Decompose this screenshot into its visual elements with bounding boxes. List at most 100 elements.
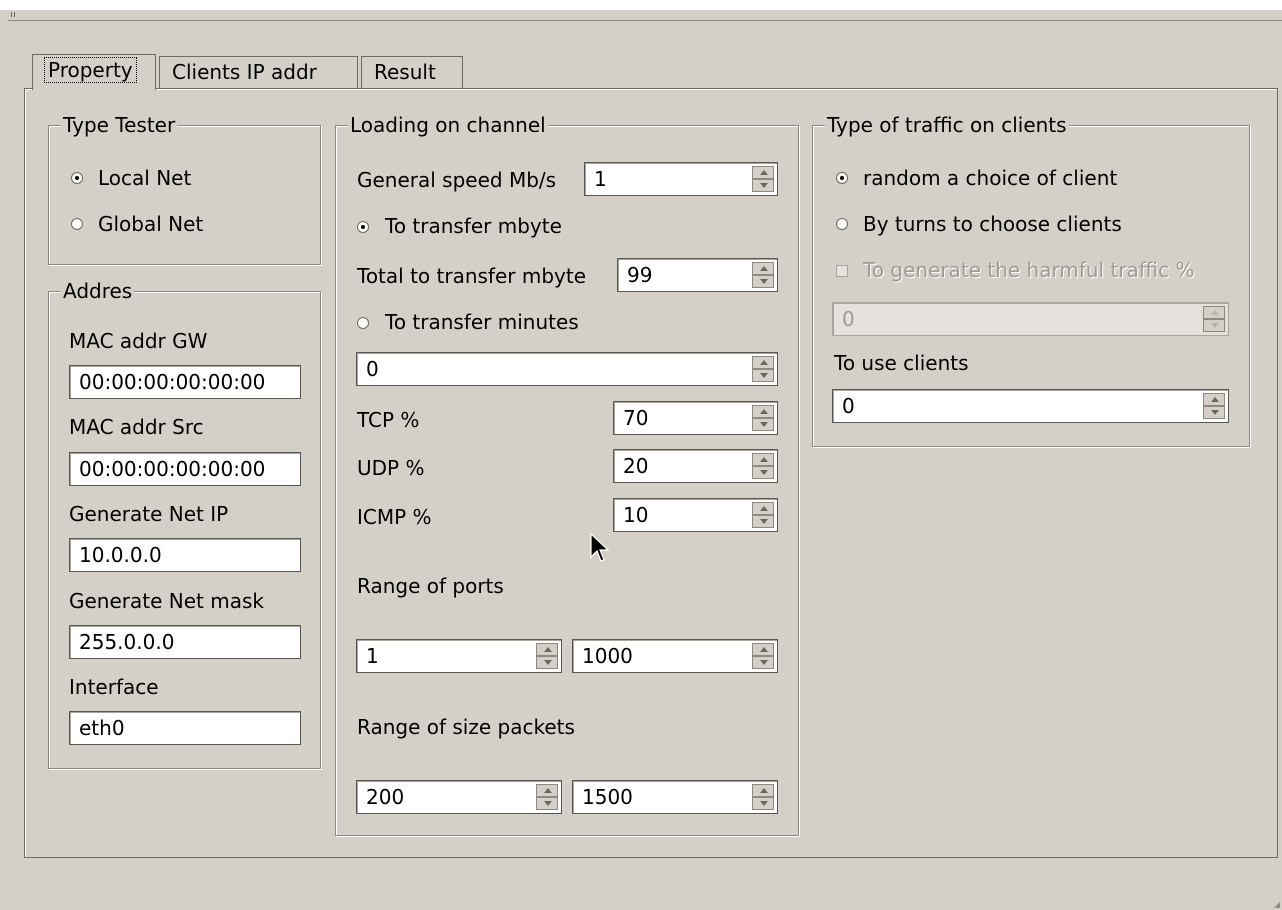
net-ip-value: 10.0.0.0 — [79, 543, 162, 567]
toolbar-grip[interactable] — [8, 10, 18, 18]
mac-gw-input[interactable]: 00:00:00:00:00:00 — [69, 365, 301, 399]
spin-down-icon[interactable] — [752, 179, 774, 192]
radio-local-net[interactable] — [71, 172, 83, 184]
tab-clients-ip-addr-label: Clients IP addr — [172, 60, 317, 84]
use-clients-spin-buttons[interactable] — [1203, 393, 1225, 419]
size-from-value: 200 — [366, 785, 405, 809]
spin-up-icon[interactable] — [752, 643, 774, 656]
tab-clients-ip-addr[interactable]: Clients IP addr — [159, 56, 358, 88]
spin-up-icon[interactable] — [752, 356, 774, 369]
tcp-spin-buttons[interactable] — [752, 405, 774, 431]
spin-down-icon[interactable] — [1203, 319, 1225, 332]
spin-down-icon[interactable] — [752, 466, 774, 479]
spin-down-icon[interactable] — [752, 275, 774, 288]
total-mbyte-spinbox[interactable]: 99 — [617, 258, 778, 292]
use-clients-value: 0 — [842, 394, 855, 418]
general-speed-spinbox[interactable]: 1 — [584, 162, 778, 196]
radio-global-net-label: Global Net — [98, 212, 204, 236]
spin-down-icon[interactable] — [752, 418, 774, 431]
group-addres-title: Addres — [61, 278, 135, 304]
harmful-traffic-value: 0 — [842, 307, 855, 331]
minutes-spin-buttons[interactable] — [752, 356, 774, 382]
minutes-value: 0 — [366, 357, 379, 381]
mac-src-label: MAC addr Src — [69, 415, 204, 439]
udp-label: UDP % — [357, 456, 425, 480]
spin-up-icon[interactable] — [1203, 393, 1225, 406]
spin-down-icon[interactable] — [536, 656, 558, 669]
port-from-value: 1 — [366, 644, 379, 668]
tab-result[interactable]: Result — [361, 56, 463, 88]
group-traffic-title: Type of traffic on clients — [825, 112, 1069, 138]
harmful-traffic-checkbox[interactable] — [836, 265, 848, 277]
spin-up-icon[interactable] — [752, 262, 774, 275]
spin-up-icon[interactable] — [752, 502, 774, 515]
mouse-pointer-icon — [590, 533, 610, 562]
mac-src-input[interactable]: 00:00:00:00:00:00 — [69, 452, 301, 486]
top-divider — [8, 20, 1282, 21]
radio-transfer-mbyte[interactable] — [357, 221, 369, 233]
mac-gw-label: MAC addr GW — [69, 329, 208, 353]
spin-down-icon[interactable] — [752, 515, 774, 528]
udp-value: 20 — [623, 454, 649, 478]
general-speed-spin-buttons[interactable] — [752, 166, 774, 192]
total-mbyte-spin-buttons[interactable] — [752, 262, 774, 288]
net-ip-label: Generate Net IP — [69, 502, 229, 526]
port-to-spinbox[interactable]: 1000 — [572, 639, 778, 673]
udp-spin-buttons[interactable] — [752, 453, 774, 479]
tab-property-label: Property — [44, 57, 137, 83]
udp-spinbox[interactable]: 20 — [613, 449, 778, 483]
group-loading-title: Loading on channel — [348, 112, 548, 138]
range-ports-label: Range of ports — [357, 574, 504, 598]
size-from-spin-buttons[interactable] — [536, 784, 558, 810]
interface-value: eth0 — [79, 716, 125, 740]
general-speed-value: 1 — [594, 167, 607, 191]
spin-up-icon[interactable] — [752, 166, 774, 179]
spin-down-icon[interactable] — [536, 797, 558, 810]
size-from-spinbox[interactable]: 200 — [356, 780, 562, 814]
radio-transfer-mbyte-label: To transfer mbyte — [385, 214, 562, 238]
spin-down-icon[interactable] — [752, 656, 774, 669]
general-speed-label: General speed Mb/s — [357, 168, 557, 192]
total-mbyte-label: Total to transfer mbyte — [357, 264, 587, 288]
radio-by-turns[interactable] — [836, 218, 848, 230]
spin-up-icon[interactable] — [536, 784, 558, 797]
icmp-spin-buttons[interactable] — [752, 502, 774, 528]
tab-result-label: Result — [374, 60, 436, 84]
tcp-label: TCP % — [357, 408, 420, 432]
net-mask-input[interactable]: 255.0.0.0 — [69, 625, 301, 659]
minutes-spinbox[interactable]: 0 — [356, 352, 778, 386]
spin-down-icon[interactable] — [752, 797, 774, 810]
radio-transfer-minutes-label: To transfer minutes — [385, 310, 579, 334]
spin-down-icon[interactable] — [1203, 406, 1225, 419]
interface-input[interactable]: eth0 — [69, 711, 301, 745]
harmful-traffic-spin-buttons[interactable] — [1203, 306, 1225, 332]
spin-down-icon[interactable] — [752, 369, 774, 382]
radio-global-net[interactable] — [71, 218, 83, 230]
port-from-spin-buttons[interactable] — [536, 643, 558, 669]
spin-up-icon[interactable] — [752, 405, 774, 418]
harmful-traffic-spinbox[interactable]: 0 — [832, 302, 1229, 336]
icmp-spinbox[interactable]: 10 — [613, 498, 778, 532]
spin-up-icon[interactable] — [1203, 306, 1225, 319]
spin-up-icon[interactable] — [752, 453, 774, 466]
size-to-spinbox[interactable]: 1500 — [572, 780, 778, 814]
radio-random-client[interactable] — [836, 172, 848, 184]
net-ip-input[interactable]: 10.0.0.0 — [69, 538, 301, 572]
range-size-label: Range of size packets — [357, 715, 575, 739]
port-to-spin-buttons[interactable] — [752, 643, 774, 669]
icmp-label: ICMP % — [357, 505, 432, 529]
spin-up-icon[interactable] — [752, 784, 774, 797]
net-mask-value: 255.0.0.0 — [79, 630, 175, 654]
spin-up-icon[interactable] — [536, 643, 558, 656]
resize-grip-icon[interactable] — [1274, 902, 1280, 908]
use-clients-spinbox[interactable]: 0 — [832, 389, 1229, 423]
harmful-traffic-label: To generate the harmful traffic % — [863, 258, 1195, 282]
size-to-spin-buttons[interactable] — [752, 784, 774, 810]
tab-property[interactable]: Property — [32, 54, 156, 90]
mac-gw-value: 00:00:00:00:00:00 — [79, 370, 266, 394]
tcp-spinbox[interactable]: 70 — [613, 401, 778, 435]
port-from-spinbox[interactable]: 1 — [356, 639, 562, 673]
radio-transfer-minutes[interactable] — [357, 317, 369, 329]
port-to-value: 1000 — [582, 644, 633, 668]
radio-local-net-label: Local Net — [98, 166, 192, 190]
